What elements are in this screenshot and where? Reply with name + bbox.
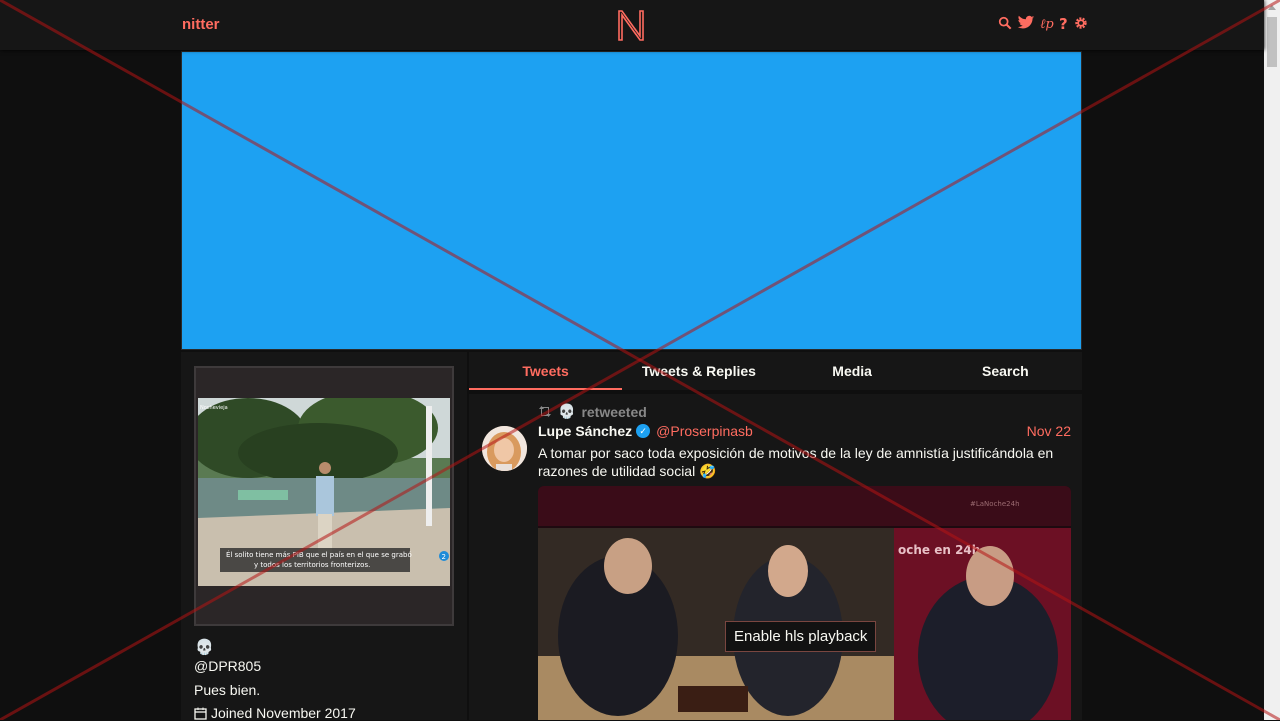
- profile-joined: Joined November 2017: [194, 705, 356, 721]
- brand-link[interactable]: nitter: [182, 16, 220, 33]
- svg-text:?: ?: [1059, 15, 1068, 31]
- tab-tweets[interactable]: Tweets: [469, 352, 623, 390]
- nav-icons: ℓp ?: [998, 15, 1088, 31]
- tweet-author-avatar[interactable]: [482, 426, 527, 471]
- avatar-caption-line1: Él solito tiene más PIB que el país en e…: [226, 550, 412, 559]
- navbar: nitter ℓp ?: [0, 0, 1264, 50]
- instance-icon[interactable]: ℓp: [1040, 15, 1054, 31]
- page-scrollbar[interactable]: [1264, 0, 1280, 720]
- timeline: 💀 retweeted Lupe Sánchez ✓ @Proserpinasb…: [469, 394, 1082, 720]
- help-icon[interactable]: ?: [1059, 15, 1069, 31]
- scrollbar-thumb[interactable]: [1267, 17, 1277, 67]
- verified-badge-icon: ✓: [636, 424, 651, 438]
- video-hashtag: #LaNoche24h: [970, 500, 1020, 508]
- author-avatar-image: [482, 426, 527, 471]
- tweet-text: A tomar por saco toda exposición de moti…: [538, 445, 1054, 479]
- tab-media[interactable]: Media: [776, 352, 929, 390]
- retweet-header: 💀 retweeted: [538, 403, 647, 420]
- enable-hls-playback-button[interactable]: Enable hls playback: [725, 621, 877, 652]
- profile-avatar[interactable]: Él solito tiene más PIB que el país en e…: [194, 366, 454, 626]
- search-icon[interactable]: [998, 15, 1012, 31]
- timeline-tabs: Tweets Tweets & Replies Media Search: [469, 352, 1082, 390]
- avatar-scene: Él solito tiene más PIB que el país en e…: [198, 398, 450, 586]
- video-overlay-text: oche en 24h: [898, 543, 980, 557]
- avatar-caption-line2: y todos los territorios fronterizos.: [254, 561, 370, 569]
- settings-icon[interactable]: [1074, 15, 1088, 31]
- joined-date: Joined November 2017: [211, 705, 356, 721]
- profile-bio: Pues bien.: [194, 682, 261, 698]
- twitter-icon[interactable]: [1017, 15, 1035, 31]
- svg-text:ℓp: ℓp: [1040, 17, 1054, 31]
- nitter-logo-icon[interactable]: [616, 8, 646, 42]
- retweet-icon: [539, 406, 551, 417]
- scroll-up-arrow-icon[interactable]: [1268, 5, 1276, 10]
- retweet-label: retweeted: [581, 403, 647, 420]
- retweeter-emoji: 💀: [558, 403, 576, 419]
- tab-search[interactable]: Search: [929, 352, 1082, 390]
- tweet-author-username[interactable]: @Proserpinasb: [656, 423, 753, 439]
- tab-tweets-replies[interactable]: Tweets & Replies: [622, 352, 775, 390]
- tweet-author-name[interactable]: Lupe Sánchez: [538, 423, 632, 439]
- calendar-icon: [194, 707, 207, 720]
- avatar-tag: Nochevieja: [200, 405, 228, 411]
- profile-banner[interactable]: [181, 51, 1082, 350]
- tweet-video[interactable]: #LaNoche24h oche en 24h: [538, 486, 1071, 720]
- profile-name-emoji: 💀: [195, 639, 214, 656]
- tweet-header: Lupe Sánchez ✓ @Proserpinasb: [538, 423, 753, 439]
- profile-card: Él solito tiene más PIB que el país en e…: [181, 352, 467, 721]
- avatar-badge: 2: [442, 553, 446, 561]
- profile-handle[interactable]: @DPR805: [194, 658, 261, 674]
- tweet-date[interactable]: Nov 22: [1027, 423, 1071, 439]
- avatar-image: Él solito tiene más PIB que el país en e…: [198, 398, 450, 586]
- video-poster: #LaNoche24h oche en 24h: [538, 486, 1071, 720]
